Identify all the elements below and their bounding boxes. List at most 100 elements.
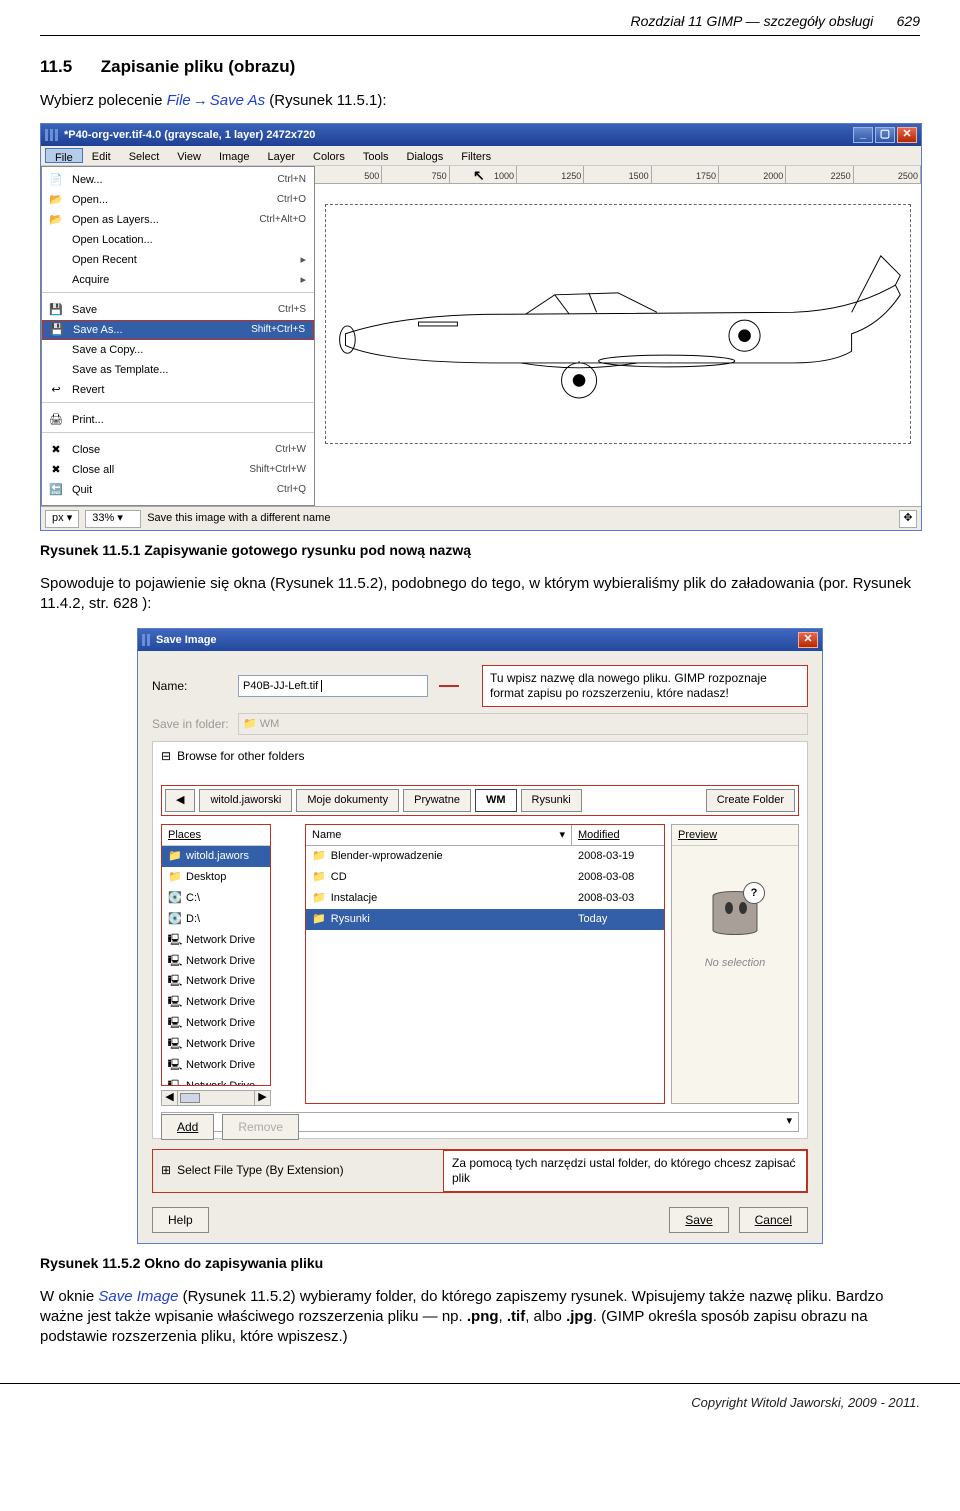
cancel-button[interactable]: Cancel — [739, 1207, 808, 1233]
quit-icon: 🔚 — [48, 483, 64, 497]
net-icon: 🖳 — [168, 1080, 182, 1085]
places-item[interactable]: 🖳Network Drive — [162, 1034, 270, 1055]
save-button[interactable]: Save — [669, 1207, 728, 1233]
add-place-button[interactable]: Add — [161, 1114, 214, 1140]
filetype-expander[interactable]: ⊞ Select File Type (By Extension) — [153, 1158, 363, 1182]
menu-tools[interactable]: Tools — [354, 148, 398, 163]
places-item[interactable]: 🖳 Network Drive — [162, 1076, 270, 1086]
menu-view[interactable]: View — [168, 148, 210, 163]
menu-item[interactable]: 📂Open...Ctrl+O — [42, 190, 314, 210]
create-folder-button[interactable]: Create Folder — [706, 789, 795, 812]
places-item[interactable]: 🖳Network Drive — [162, 930, 270, 951]
menu-filters[interactable]: Filters — [452, 148, 500, 163]
preview-status: No selection — [705, 956, 766, 971]
places-item[interactable]: 📁witold.jawors — [162, 846, 270, 867]
menu-item[interactable]: ↩Revert — [42, 380, 314, 400]
column-name[interactable]: Name ▾ — [306, 825, 572, 846]
scroll-thumb[interactable] — [180, 1093, 200, 1103]
filetype-row: ⊞ Select File Type (By Extension) Za pom… — [152, 1149, 808, 1193]
menu-item[interactable]: Save as Template... — [42, 360, 314, 380]
dialog-titlebar: Save Image ✕ — [138, 629, 822, 651]
path-segment-current[interactable]: WM — [475, 789, 517, 812]
menu-layer[interactable]: Layer — [259, 148, 305, 163]
scroll-right-icon[interactable]: ▶ — [254, 1090, 270, 1105]
close-button[interactable]: ✕ — [897, 127, 917, 143]
path-segment[interactable]: Moje dokumenty — [296, 789, 399, 812]
canvas-image — [325, 204, 911, 444]
places-item[interactable]: 🖳Network Drive — [162, 1055, 270, 1076]
places-item[interactable]: 🖳Network Drive — [162, 992, 270, 1013]
places-header: Places — [162, 825, 270, 847]
maximize-button[interactable]: ▢ — [875, 127, 895, 143]
preview-header: Preview — [672, 825, 798, 847]
status-unit[interactable]: px ▾ — [45, 510, 79, 528]
print-icon: 🖨 — [48, 413, 64, 427]
menu-item-label: New... — [72, 173, 277, 188]
file-row[interactable]: 📁Blender-wprowadzenie2008-03-19 — [306, 846, 664, 867]
places-item-label: Network Drive — [186, 1058, 255, 1073]
ruler-tick: 2500 — [854, 166, 921, 183]
shortcut-label: Ctrl+N — [277, 173, 306, 187]
menu-item[interactable]: Open Recent▸ — [42, 250, 314, 270]
airplane-drawing — [326, 205, 910, 443]
ruler-tick: 1250 — [517, 166, 584, 183]
menu-item-label: Save — [72, 303, 278, 318]
status-zoom[interactable]: 33% ▾ — [85, 510, 141, 528]
name-input[interactable]: P40B-JJ-Left.tif — [238, 675, 428, 697]
places-item[interactable]: 💽D:\ — [162, 909, 270, 930]
menu-dialogs[interactable]: Dialogs — [398, 148, 453, 163]
menu-item[interactable]: 💾Save As...Shift+Ctrl+S — [42, 320, 314, 340]
menu-item[interactable]: ✖CloseCtrl+W — [42, 440, 314, 460]
menu-path-saveas: Save As — [210, 92, 265, 109]
menu-item[interactable]: Save a Copy... — [42, 340, 314, 360]
file-row[interactable]: 📁RysunkiToday — [306, 909, 664, 930]
menu-edit[interactable]: Edit — [83, 148, 120, 163]
menu-item[interactable]: ✖Close allShift+Ctrl+W — [42, 460, 314, 480]
minimize-button[interactable]: _ — [853, 127, 873, 143]
places-item[interactable]: 📁Desktop — [162, 867, 270, 888]
menu-item[interactable]: 📂Open as Layers...Ctrl+Alt+O — [42, 210, 314, 230]
file-row[interactable]: 📁Instalacje2008-03-03 — [306, 888, 664, 909]
file-row[interactable]: 📁CD2008-03-08 — [306, 867, 664, 888]
places-item[interactable]: 🖳Network Drive — [162, 951, 270, 972]
menu-item[interactable]: Open Location... — [42, 230, 314, 250]
folder-icon: 📁 — [312, 912, 326, 927]
column-modified[interactable]: Modified — [572, 825, 664, 846]
net-icon: 🖳 — [168, 955, 182, 967]
path-segment[interactable]: Prywatne — [403, 789, 471, 812]
save-image-dialog: Save Image ✕ Name: P40B-JJ-Left.tif Tu w… — [137, 628, 823, 1243]
menu-item[interactable]: 💾SaveCtrl+S — [42, 300, 314, 320]
menu-file[interactable]: File — [45, 148, 83, 163]
places-item-label: D:\ — [186, 912, 200, 927]
places-scrollbar[interactable]: ◀ ▶ — [161, 1090, 271, 1106]
save-image-link: Save Image — [98, 1288, 178, 1305]
folder-icon: 📁 — [168, 872, 182, 884]
menu-item[interactable]: 📄New...Ctrl+N — [42, 170, 314, 190]
menu-item[interactable]: Acquire▸ — [42, 270, 314, 290]
menu-item[interactable]: 🔚QuitCtrl+Q — [42, 480, 314, 500]
savein-dropdown[interactable]: 📁 WM — [238, 713, 808, 735]
places-item[interactable]: 💽C:\ — [162, 888, 270, 909]
submenu-icon: ▸ — [300, 253, 306, 268]
blank-icon — [48, 273, 64, 287]
menu-item-label: Open Location... — [72, 233, 306, 248]
savein-label: Save in folder: — [152, 716, 230, 732]
open-icon: 📂 — [48, 193, 64, 207]
places-item[interactable]: 🖳Network Drive — [162, 971, 270, 992]
browse-folders-header[interactable]: ⊟ Browse for other folders — [153, 742, 807, 770]
menu-image[interactable]: Image — [210, 148, 259, 163]
dialog-close-button[interactable]: ✕ — [798, 632, 818, 648]
path-segment[interactable]: Rysunki — [521, 789, 582, 812]
window-title: *P40-org-ver.tif-4.0 (grayscale, 1 layer… — [64, 128, 853, 143]
scroll-left-icon[interactable]: ◀ — [162, 1090, 178, 1105]
places-item[interactable]: 🖳Network Drive — [162, 1013, 270, 1034]
path-back-button[interactable]: ◀ — [165, 789, 195, 812]
help-button[interactable]: Help — [152, 1207, 209, 1233]
menu-item[interactable]: 🖨Print... — [42, 410, 314, 430]
menu-item-label: Open as Layers... — [72, 213, 259, 228]
path-segment[interactable]: witold.jaworski — [199, 789, 292, 812]
nav-icon[interactable]: ✥ — [899, 510, 917, 528]
menu-colors[interactable]: Colors — [304, 148, 354, 163]
places-item-label: Network Drive — [186, 1079, 255, 1086]
menu-select[interactable]: Select — [120, 148, 169, 163]
